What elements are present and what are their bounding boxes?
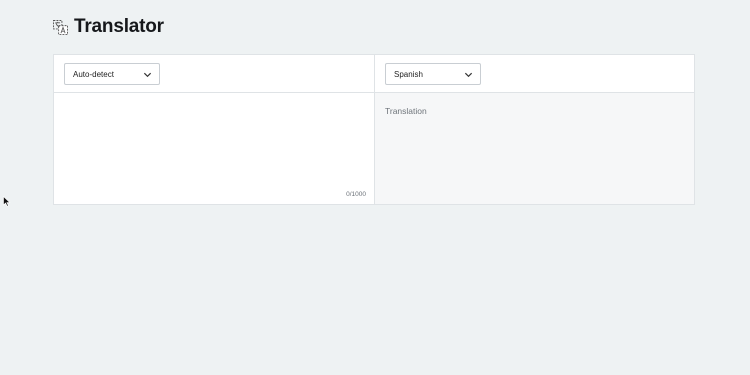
character-count: 0/1000 (346, 191, 366, 198)
source-language-select[interactable]: Auto-detect (64, 63, 160, 85)
app-title: Translator (74, 16, 164, 37)
target-language-select[interactable]: Spanish (385, 63, 481, 85)
chevron-down-icon (143, 70, 152, 79)
target-language-label: Spanish (394, 69, 423, 79)
target-pane: Spanish Translation (375, 55, 694, 204)
source-language-label: Auto-detect (73, 69, 114, 79)
chevron-down-icon (464, 70, 473, 79)
translation-placeholder: Translation (385, 106, 427, 116)
mouse-cursor-icon (3, 194, 11, 207)
translator-app: Translator Auto-detect 0/1000 Spanish Tr… (0, 0, 750, 375)
source-text-area: 0/1000 (54, 93, 374, 204)
app-header: Translator (53, 16, 164, 38)
target-toolbar: Spanish (375, 55, 694, 93)
source-pane: Auto-detect 0/1000 (54, 55, 375, 204)
source-toolbar: Auto-detect (54, 55, 374, 93)
translation-output: Translation (375, 93, 694, 204)
translate-icon (53, 19, 68, 35)
source-text-input[interactable] (54, 93, 374, 204)
translator-panel: Auto-detect 0/1000 Spanish Translation (53, 54, 695, 205)
